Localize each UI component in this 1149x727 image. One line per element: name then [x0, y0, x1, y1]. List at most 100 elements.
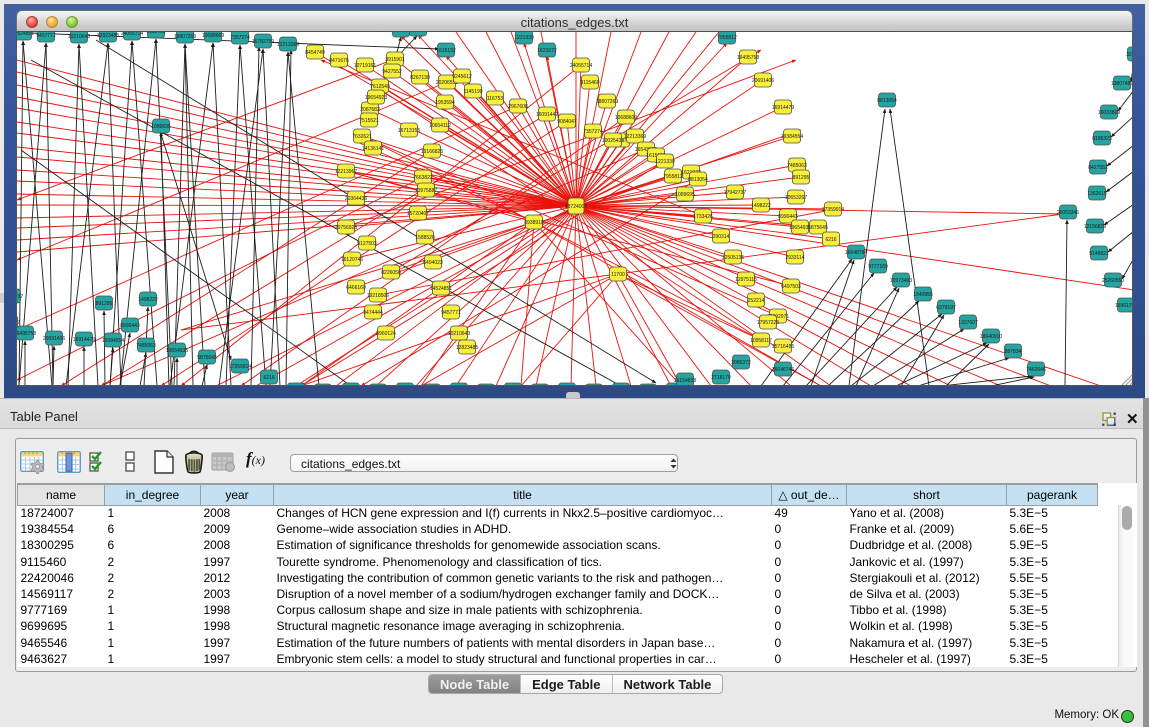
svg-text:6379197: 6379197 — [936, 305, 956, 311]
svg-text:10958117: 10958117 — [750, 338, 772, 344]
svg-text:12823485: 12823485 — [456, 345, 478, 351]
svg-text:7955812: 7955812 — [717, 35, 737, 41]
svg-text:10807487: 10807487 — [1111, 81, 1133, 87]
svg-text:7632621: 7632621 — [352, 134, 372, 140]
svg-text:16961758: 16961758 — [1115, 303, 1133, 309]
svg-text:16543382: 16543382 — [407, 32, 429, 33]
svg-text:18724007: 18724007 — [565, 204, 587, 210]
svg-text:17359914: 17359914 — [229, 364, 251, 370]
svg-text:16782759: 16782759 — [252, 39, 274, 45]
svg-text:16914479: 16914479 — [772, 105, 794, 111]
svg-text:6494023: 6494023 — [423, 260, 443, 266]
svg-text:17942737: 17942737 — [17, 294, 23, 300]
svg-text:9457771: 9457771 — [36, 33, 56, 39]
svg-text:16914479: 16914479 — [73, 337, 95, 343]
svg-text:6466160: 6466160 — [346, 285, 366, 291]
svg-text:1221339: 1221339 — [655, 159, 675, 165]
svg-text:8813054: 8813054 — [688, 177, 708, 183]
svg-text:14524851: 14524851 — [17, 32, 34, 37]
svg-text:19166825: 19166825 — [421, 149, 443, 155]
svg-text:16091447: 16091447 — [536, 112, 558, 118]
svg-text:9457771: 9457771 — [441, 310, 461, 316]
svg-text:2986372: 2986372 — [731, 360, 751, 366]
svg-text:7612540: 7612540 — [370, 84, 390, 90]
svg-text:12156829: 12156829 — [1084, 224, 1106, 230]
svg-text:1498222: 1498222 — [138, 297, 158, 303]
svg-text:1089695: 1089695 — [151, 124, 171, 130]
svg-text:20691406: 20691406 — [752, 78, 774, 84]
svg-text:290314: 290314 — [713, 234, 730, 240]
svg-text:20691406: 20691406 — [43, 336, 65, 342]
svg-text:891295: 891295 — [793, 175, 810, 181]
svg-text:2933114: 2933114 — [785, 255, 804, 261]
svg-text:7515521: 7515521 — [359, 118, 379, 124]
svg-text:1498222: 1498222 — [751, 203, 771, 209]
svg-text:1640955: 1640955 — [913, 292, 933, 298]
svg-text:9146821: 9146821 — [1089, 251, 1109, 257]
svg-text:12213369: 12213369 — [624, 134, 646, 140]
svg-text:6216: 6216 — [263, 375, 274, 381]
svg-text:10653267: 10653267 — [785, 195, 807, 201]
svg-text:10210643: 10210643 — [448, 331, 470, 337]
svg-text:13975887: 13975887 — [415, 188, 437, 194]
svg-text:1089695: 1089695 — [675, 192, 695, 198]
svg-text:19384554: 19384554 — [781, 134, 803, 140]
svg-text:18807269: 18807269 — [174, 34, 196, 40]
svg-text:1327607: 1327607 — [958, 320, 978, 326]
svg-text:24055714: 24055714 — [570, 63, 592, 69]
svg-text:1362615: 1362615 — [1087, 191, 1107, 197]
svg-text:7955812: 7955812 — [663, 174, 683, 180]
svg-text:19654923: 19654923 — [365, 95, 387, 101]
svg-text:19218506: 19218506 — [367, 293, 389, 299]
svg-text:20053346: 20053346 — [1057, 210, 1079, 216]
svg-text:9115460: 9115460 — [580, 80, 599, 86]
svg-text:10973493: 10973493 — [890, 278, 912, 284]
svg-text:9084047: 9084047 — [557, 119, 577, 125]
svg-text:10653267: 10653267 — [17, 320, 20, 326]
svg-text:8990443: 8990443 — [778, 214, 798, 220]
svg-text:16495758: 16495758 — [17, 331, 36, 337]
svg-text:1588520: 1588520 — [415, 235, 435, 241]
svg-text:15716485: 15716485 — [772, 344, 794, 350]
svg-text:6216: 6216 — [825, 237, 836, 243]
svg-text:12975115: 12975115 — [735, 277, 757, 283]
svg-text:8960124: 8960124 — [376, 331, 396, 337]
svg-text:20364436: 20364436 — [345, 196, 367, 202]
svg-text:1145190: 1145190 — [463, 89, 482, 95]
svg-text:9127503: 9127503 — [357, 241, 377, 247]
svg-text:891295: 891295 — [96, 301, 113, 307]
svg-text:7663822: 7663822 — [413, 175, 433, 181]
svg-text:10719161: 10719161 — [354, 63, 376, 69]
svg-text:15720407: 15720407 — [407, 211, 429, 217]
svg-text:8427552: 8427552 — [1088, 165, 1108, 171]
svg-text:116753: 116753 — [487, 96, 504, 102]
svg-text:12823485: 12823485 — [97, 33, 119, 39]
svg-text:9245612: 9245612 — [452, 74, 472, 80]
svg-text:10688609: 10688609 — [202, 33, 224, 39]
svg-text:12213967: 12213967 — [335, 169, 357, 175]
svg-text:8813054: 8813054 — [877, 98, 897, 104]
svg-text:5875645: 5875645 — [197, 355, 217, 361]
svg-text:3915901: 3915901 — [385, 57, 405, 63]
svg-text:20756928: 20756928 — [335, 225, 357, 231]
svg-text:16033809: 16033809 — [1098, 110, 1120, 116]
svg-text:16713155: 16713155 — [398, 128, 420, 134]
svg-text:10210643: 10210643 — [68, 34, 90, 40]
svg-text:9427552: 9427552 — [382, 69, 402, 75]
svg-text:10654112: 10654112 — [429, 123, 451, 129]
svg-text:8938918: 8938918 — [524, 220, 544, 226]
svg-text:7485063: 7485063 — [136, 343, 156, 349]
svg-text:3215958: 3215958 — [1126, 52, 1133, 58]
svg-text:12505135: 12505135 — [722, 255, 744, 261]
svg-text:17942737: 17942737 — [724, 190, 746, 196]
svg-text:18807269: 18807269 — [596, 99, 618, 105]
svg-text:1221339: 1221339 — [514, 35, 534, 41]
svg-text:10025433: 10025433 — [602, 138, 624, 144]
svg-text:16495758: 16495758 — [737, 55, 759, 61]
svg-text:24055714: 24055714 — [121, 32, 143, 37]
svg-text:1621072: 1621072 — [537, 48, 557, 54]
svg-text:16120746: 16120746 — [341, 257, 363, 263]
svg-text:14136141: 14136141 — [362, 146, 384, 152]
svg-text:7485063: 7485063 — [787, 163, 807, 169]
svg-text:1733426: 1733426 — [693, 214, 713, 220]
